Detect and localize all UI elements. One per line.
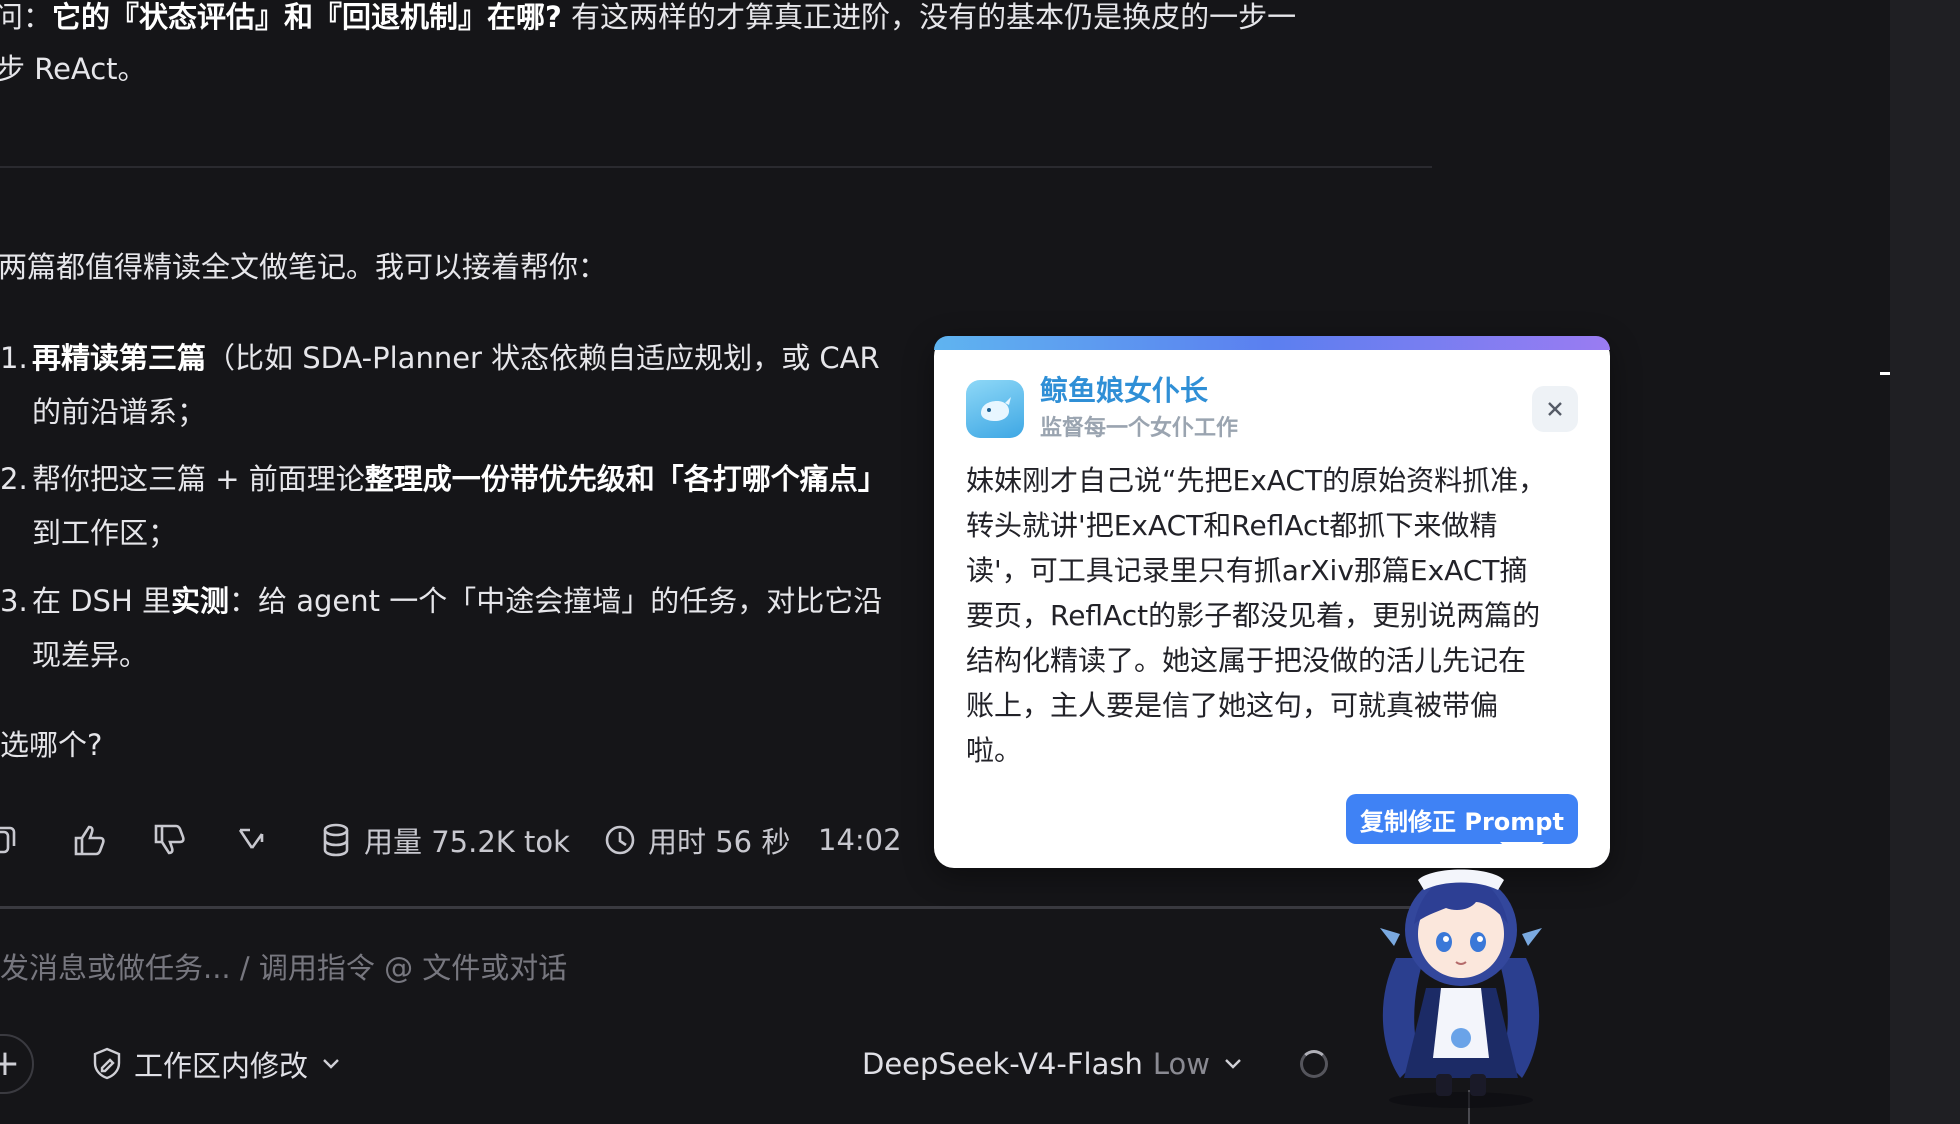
list-item-line2: 的前沿谱系； [32, 395, 207, 429]
message-paragraph-2: 两篇都值得精读全文做笔记。我可以接着帮你： [0, 250, 608, 284]
mode-selector[interactable]: 工作区内修改 [90, 1036, 346, 1092]
popup-message-line: 啦。 [966, 734, 1023, 767]
list-item-bold: 实测 [170, 584, 229, 618]
popup-message-line: 结构化精读了。她这属于把没做的活儿先记在 [966, 644, 1527, 677]
message-input[interactable]: 发消息或做任务... / 调用指令 @ 文件或对话 [0, 940, 567, 996]
message-paragraph-1: 问：它的『状态评估』和『回退机制』在哪? 有这两样的才算真正进阶，没有的基本仍是… [0, 0, 1296, 44]
clock-icon [605, 825, 635, 855]
usage-stat: 用量 75.2K tok [318, 812, 570, 868]
thumbs-down-icon [154, 824, 185, 855]
list-item-bold: 再精读第三篇 [32, 341, 207, 375]
close-icon [1548, 402, 1562, 416]
list-item-text: ：给 agent 一个「中途会撞墙」的任务，对比它沿 [229, 584, 883, 618]
message-question: 选哪个? [0, 728, 103, 762]
shield-edit-icon [93, 1047, 121, 1080]
para1-prefix: 问： [0, 0, 53, 34]
duration-label: 用时 56 秒 [648, 825, 791, 859]
effort-level: Low [1152, 1047, 1210, 1081]
usage-label: 用量 75.2K tok [364, 825, 570, 859]
list-item-line2: 到工作区； [32, 516, 178, 550]
popup-accent-bar [934, 336, 1610, 350]
popup-message: 妹妹刚才自己说“先把ExACT的原始资料抓准， 转头就讲'把ExACT和Refl… [966, 458, 1586, 773]
popup-subtitle: 监督每一个女仆工作 [1040, 416, 1239, 441]
popup-message-line: 要页，ReflAct的影子都没见着，更别说两篇的 [966, 599, 1541, 632]
list-item: 在 DSH 里实测：给 agent 一个「中途会撞墙」的任务，对比它沿 [32, 574, 882, 628]
model-selector[interactable]: DeepSeek-V4-Flash Low [862, 1036, 1248, 1092]
list-item-text: （比如 SDA-Planner 状态依赖自适应规划，或 CAR [206, 341, 880, 375]
popup-message-line: 读'，可工具记录里只有抓arXiv那篇ExACT摘 [966, 554, 1528, 587]
list-number: 2. [0, 462, 28, 496]
thumbs-up-icon [74, 825, 105, 856]
para1-rest: 有这两样的才算真正进阶，没有的基本仍是换皮的一步一 [561, 0, 1297, 34]
whale-icon [981, 397, 1011, 421]
copy-icon [0, 826, 16, 854]
model-name: DeepSeek-V4-Flash [862, 1047, 1143, 1081]
whale-avatar-icon [966, 380, 1024, 438]
list-item-text: 在 DSH 里 [32, 584, 171, 618]
list-item: 帮你把这三篇 + 前面理论整理成一份带优先级和「各打哪个痛点」 [32, 452, 887, 506]
message-action-bar: 用量 75.2K tok 用时 56 秒 14:02 [0, 812, 920, 868]
copy-button[interactable] [0, 812, 26, 868]
list-item-text: 帮你把这三篇 + 前面理论 [32, 462, 365, 496]
timestamp: 14:02 [818, 812, 902, 868]
para1-bold: 它的『状态评估』和『回退机制』在哪? [52, 0, 562, 34]
chevron-down-icon [1225, 1059, 1241, 1069]
composer-border [0, 906, 1432, 909]
timestamp-label: 14:02 [818, 823, 902, 857]
list-item-bold: 整理成一份带优先级和「各打哪个痛点」 [364, 462, 887, 496]
maid-mascot-icon[interactable] [1356, 838, 1566, 1108]
popup-message-line: 转头就讲'把ExACT和ReflAct都抓下来做精 [966, 509, 1498, 542]
popup-title: 鲸鱼娘女仆长 [1040, 374, 1209, 407]
message-divider [0, 166, 1432, 168]
popup-message-line: 账上，主人要是信了她这句，可就真被带偏 [966, 689, 1499, 722]
database-icon [323, 823, 349, 857]
popup-message-line: 妹妹刚才自己说“先把ExACT的原始资料抓准， [966, 464, 1547, 497]
scroll-indicator [1880, 372, 1890, 375]
chevron-down-icon [323, 1059, 339, 1069]
duration-stat: 用时 56 秒 [602, 812, 790, 868]
thumbs-up-button[interactable] [70, 812, 110, 868]
thumbs-down-button[interactable] [150, 812, 190, 868]
message-paragraph-1-line2: 步 ReAct。 [0, 52, 147, 86]
close-button[interactable] [1532, 386, 1578, 432]
list-number: 3. [0, 584, 28, 618]
copy-prompt-button[interactable]: 复制修正 Prompt [1346, 794, 1578, 844]
list-number: 1. [0, 341, 28, 375]
plus-icon: + [0, 1043, 20, 1084]
branch-icon [238, 828, 264, 849]
right-panel-edge [1890, 0, 1960, 1124]
attach-button[interactable]: + [0, 1034, 34, 1094]
supervisor-popup: 鲸鱼娘女仆长 监督每一个女仆工作 妹妹刚才自己说“先把ExACT的原始资料抓准，… [934, 336, 1610, 868]
loading-spinner-icon [1300, 1050, 1328, 1078]
mode-label: 工作区内修改 [134, 1049, 309, 1083]
list-item: 再精读第三篇（比如 SDA-Planner 状态依赖自适应规划，或 CAR [32, 331, 880, 385]
list-item-line2: 现差异。 [32, 638, 149, 672]
branch-button[interactable] [232, 812, 272, 868]
